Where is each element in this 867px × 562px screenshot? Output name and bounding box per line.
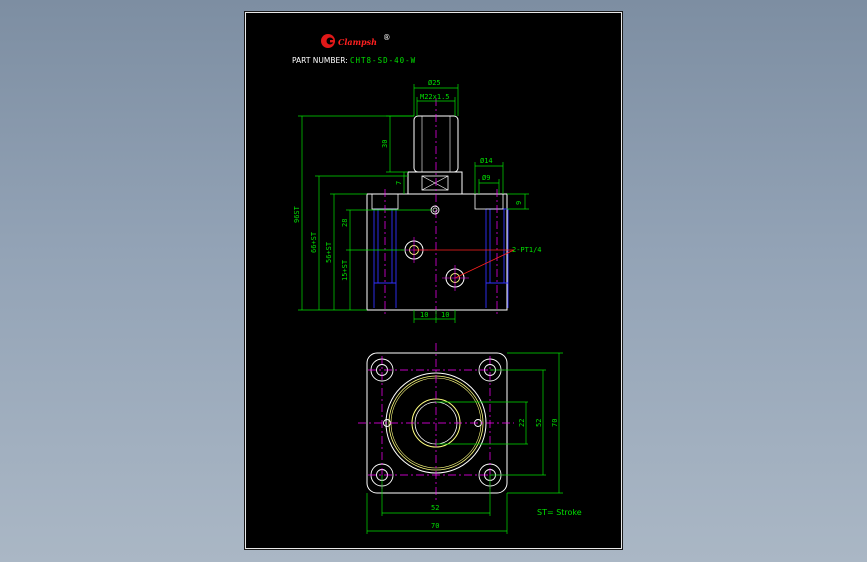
part-number-label: PART NUMBER: (292, 56, 348, 65)
drawing-sheet: Clampsh ® PART NUMBER: CHT8-SD-40-W Ø25 … (244, 11, 623, 550)
dim-port: 2-PT1/4 (512, 246, 542, 254)
logo (321, 34, 335, 48)
dim-w10a: 10 (420, 311, 428, 319)
brand-mark: ® (383, 33, 391, 42)
dim-d52-horizontal: 52 (431, 504, 439, 512)
dim-h9: 9 (515, 201, 523, 205)
dim-h7: 7 (395, 181, 403, 185)
dim-d9: Ø9 (482, 174, 490, 182)
dim-66st: 66+ST (310, 231, 318, 253)
dim-w10b: 10 (441, 311, 449, 319)
dim-15st: 15+ST (341, 259, 349, 281)
top-dim-lines (366, 352, 563, 534)
dim-h30: 30 (381, 140, 389, 148)
dim-96st: 96ST (293, 205, 301, 223)
part-number-value: CHT8-SD-40-W (350, 56, 416, 65)
front-view (366, 98, 515, 318)
dim-d70-vertical: 70 (551, 419, 559, 427)
stroke-note: ST= Stroke (537, 508, 582, 517)
dim-d70-horizontal: 70 (431, 522, 439, 530)
brand-name: Clampsh (338, 37, 377, 47)
dim-d25: Ø25 (428, 79, 441, 87)
front-dim-lines (298, 84, 529, 323)
dim-thread: M22x1.5 (420, 93, 450, 101)
dim-d14: Ø14 (480, 157, 493, 165)
dim-d22: 22 (518, 419, 526, 427)
cad-drawing: Clampsh ® PART NUMBER: CHT8-SD-40-W Ø25 … (292, 33, 582, 534)
dim-h28: 28 (341, 219, 349, 227)
top-view (358, 343, 514, 503)
dim-56st: 56+ST (325, 241, 333, 263)
dim-d52-vertical: 52 (535, 419, 543, 427)
